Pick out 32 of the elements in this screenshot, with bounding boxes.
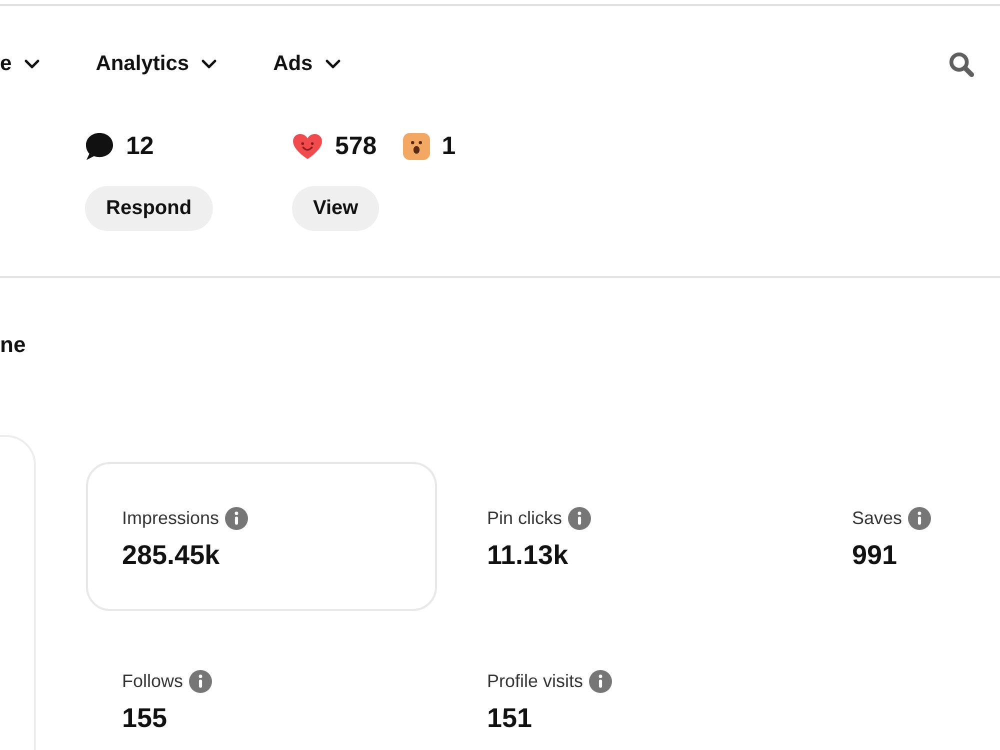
metric-value: 11.13k	[487, 539, 570, 571]
search-icon[interactable]	[948, 50, 975, 78]
info-icon[interactable]	[908, 506, 932, 530]
metric-label: Impressions	[122, 507, 220, 530]
metric-value: 285.45k	[122, 539, 221, 571]
chevron-down-icon	[201, 59, 218, 69]
info-icon[interactable]	[189, 670, 212, 692]
action-button[interactable]: View	[292, 186, 380, 231]
metric-value: 151	[487, 702, 534, 734]
metric-value: 991	[852, 539, 898, 571]
section-title: ne	[0, 332, 27, 358]
info-icon[interactable]	[589, 670, 612, 692]
count-value: 1	[442, 132, 456, 160]
info-icon[interactable]	[225, 506, 248, 530]
count-value: 578	[335, 132, 377, 160]
metric-card[interactable]: Impressions 285.45k	[86, 462, 437, 611]
chevron-down-icon	[324, 59, 341, 69]
speech-bubble-icon	[85, 132, 114, 160]
action-button[interactable]: Respond	[85, 186, 213, 231]
metric-label: Saves	[852, 507, 902, 530]
surprised-face-icon	[402, 132, 430, 160]
nav-menu-button[interactable]: Analytics	[96, 44, 218, 84]
heart-face-icon	[292, 132, 323, 160]
metric-label: Pin clicks	[487, 507, 562, 530]
nav-menu-button[interactable]: e	[0, 44, 40, 84]
chevron-down-icon	[24, 59, 40, 69]
metric-label: Follows	[122, 670, 184, 693]
count-value: 12	[126, 132, 154, 160]
info-icon[interactable]	[568, 506, 592, 530]
nav-menu-button[interactable]: Ads	[273, 44, 341, 84]
metric-value: 155	[122, 702, 168, 734]
metric-label: Profile visits	[487, 670, 584, 693]
